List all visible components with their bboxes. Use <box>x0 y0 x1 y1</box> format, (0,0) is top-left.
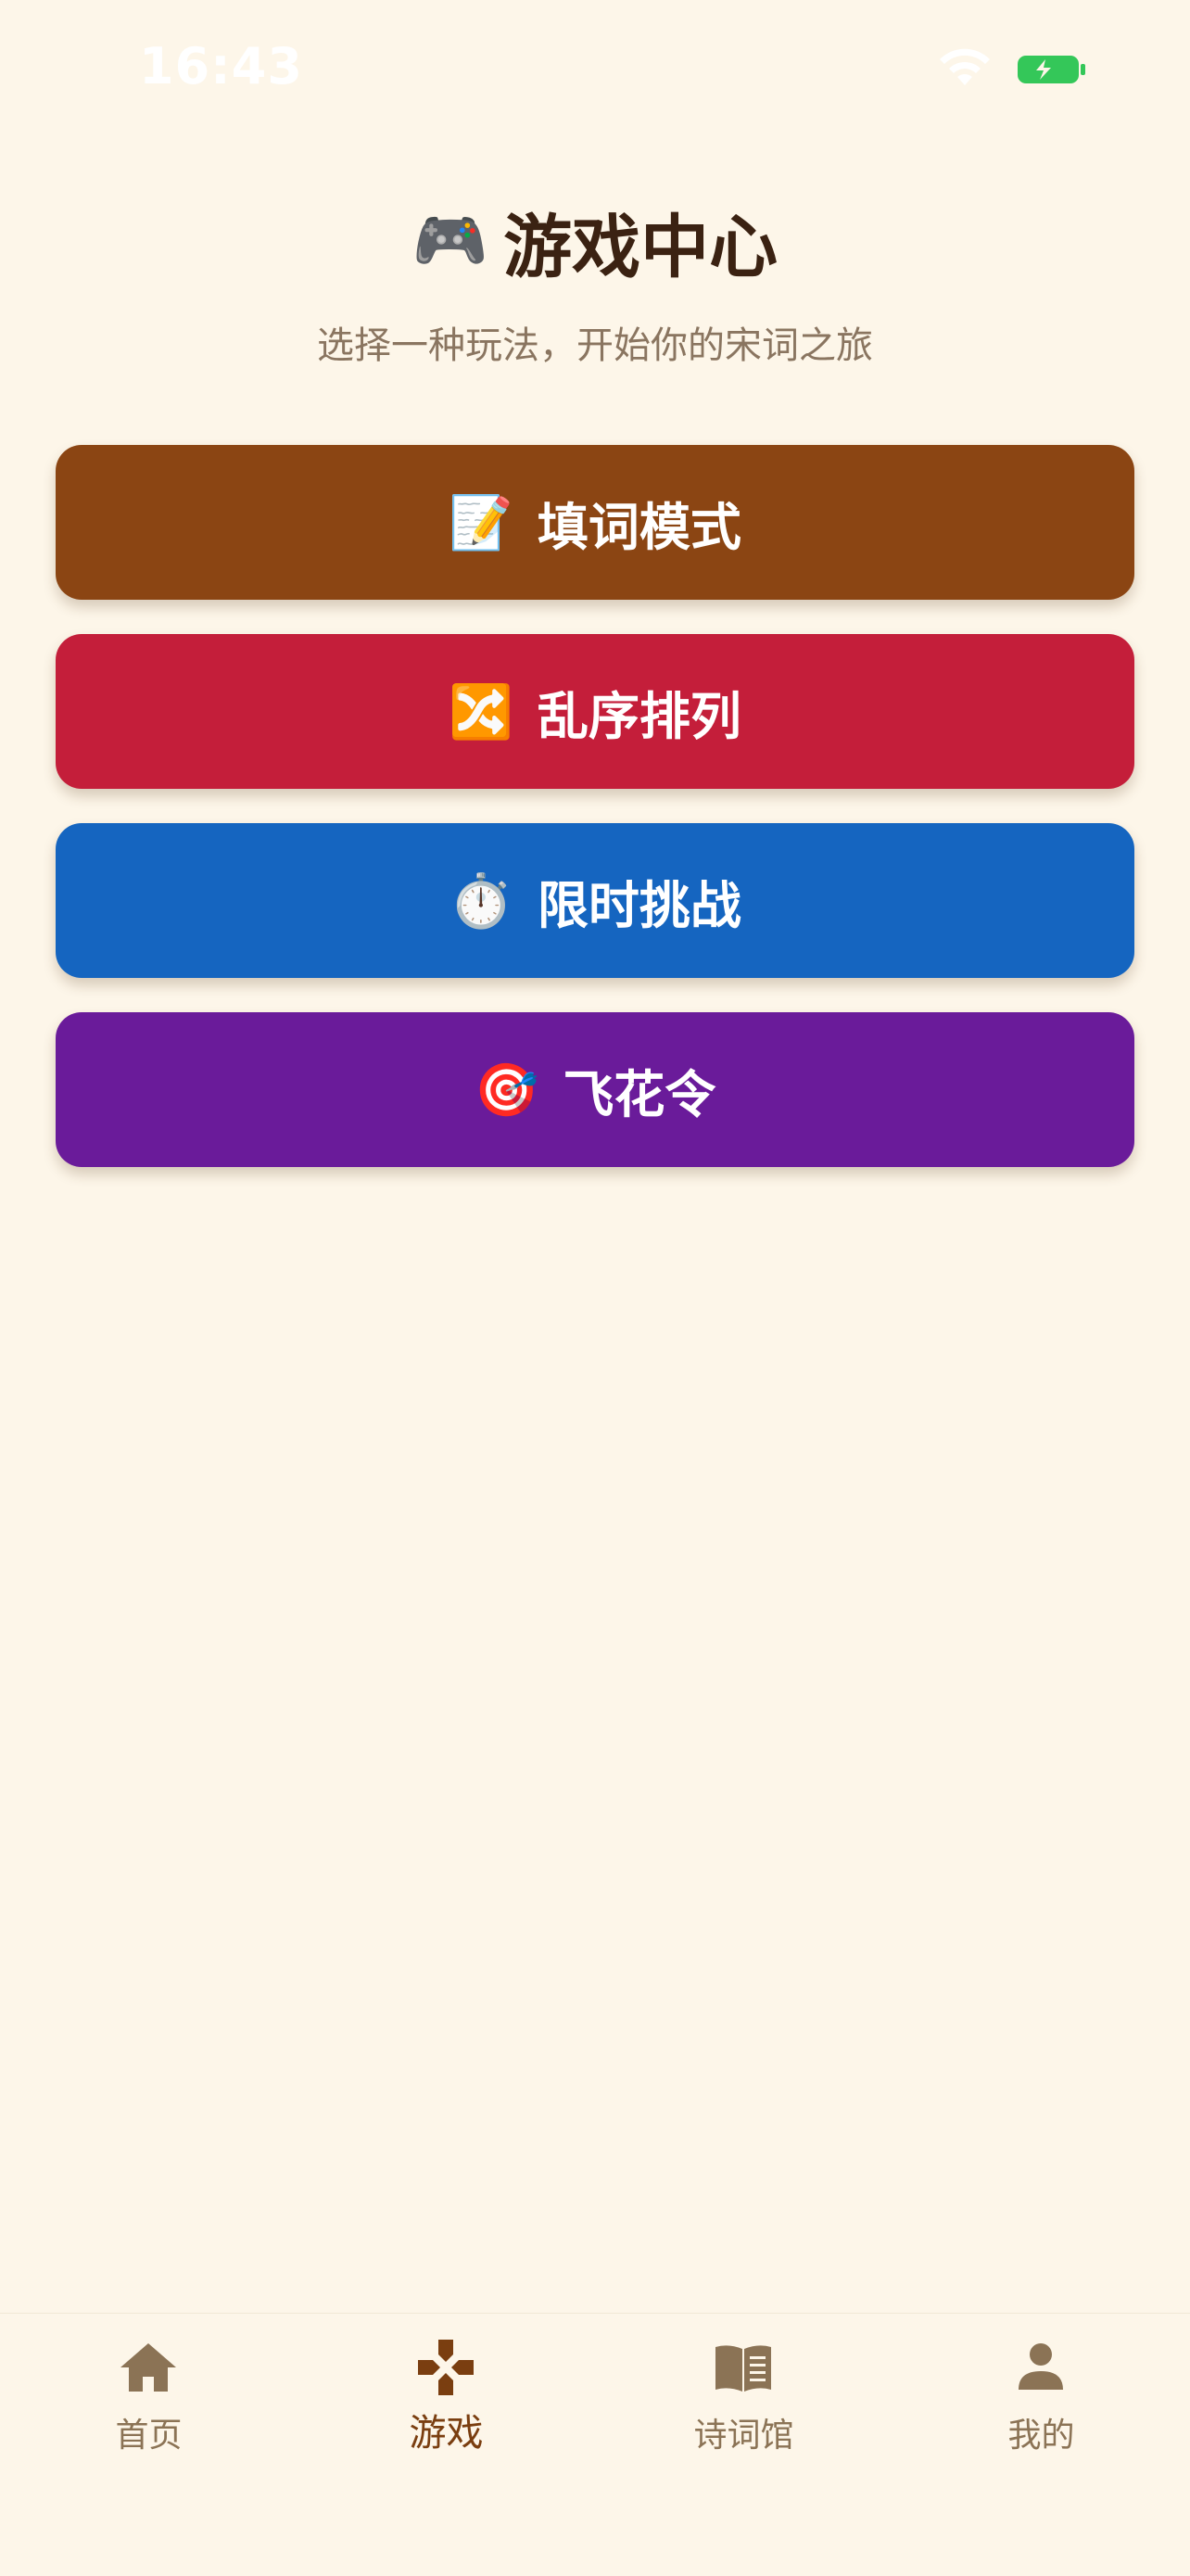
battery-icon <box>1018 56 1085 83</box>
game-icon <box>418 2340 474 2395</box>
shuffle-mode-label: 乱序排列 <box>537 686 741 746</box>
page-subtitle: 选择一种玩法，开始你的宋词之旅 <box>317 324 873 367</box>
timed-challenge-label: 限时挑战 <box>537 875 741 935</box>
memo-icon: 📝 <box>449 492 513 553</box>
shuffle-mode-button[interactable]: 🔀 乱序排列 <box>56 634 1134 789</box>
tab-home-label: 首页 <box>115 2417 183 2455</box>
timed-challenge-button[interactable]: ⏱️ 限时挑战 <box>56 823 1134 978</box>
book-icon <box>715 2345 771 2392</box>
home-icon <box>120 2343 176 2392</box>
status-time: 16:43 <box>139 37 303 95</box>
feihua-mode-button[interactable]: 🎯 飞花令 <box>56 1012 1134 1167</box>
tab-me[interactable]: 我的 <box>892 2314 1190 2499</box>
tab-library-label: 诗词馆 <box>693 2417 794 2455</box>
bottom-tab-bar: 首页 游戏 诗词馆 我的 <box>0 2313 1190 2576</box>
stopwatch-icon: ⏱️ <box>449 870 513 932</box>
tab-me-label: 我的 <box>1007 2417 1075 2455</box>
tab-home[interactable]: 首页 <box>0 2314 298 2499</box>
shuffle-icon: 🔀 <box>449 681 513 742</box>
feihua-mode-label: 飞花令 <box>563 1064 716 1124</box>
page-header: 🎮 游戏中心 <box>0 190 1190 292</box>
status-bar: 16:43 <box>0 0 1190 139</box>
gamepad-icon: 🎮 <box>411 205 489 276</box>
fill-words-mode-button[interactable]: 📝 填词模式 <box>56 445 1134 600</box>
tab-game[interactable]: 游戏 <box>298 2314 595 2499</box>
page-title: 🎮 游戏中心 <box>412 190 778 292</box>
target-icon: 🎯 <box>474 1060 539 1121</box>
tab-library[interactable]: 诗词馆 <box>595 2314 892 2499</box>
fill-words-mode-label: 填词模式 <box>537 497 741 557</box>
person-icon <box>1019 2343 1063 2390</box>
tab-game-label: 游戏 <box>409 2412 484 2455</box>
page-title-text: 游戏中心 <box>503 207 779 287</box>
wifi-icon <box>940 48 990 85</box>
